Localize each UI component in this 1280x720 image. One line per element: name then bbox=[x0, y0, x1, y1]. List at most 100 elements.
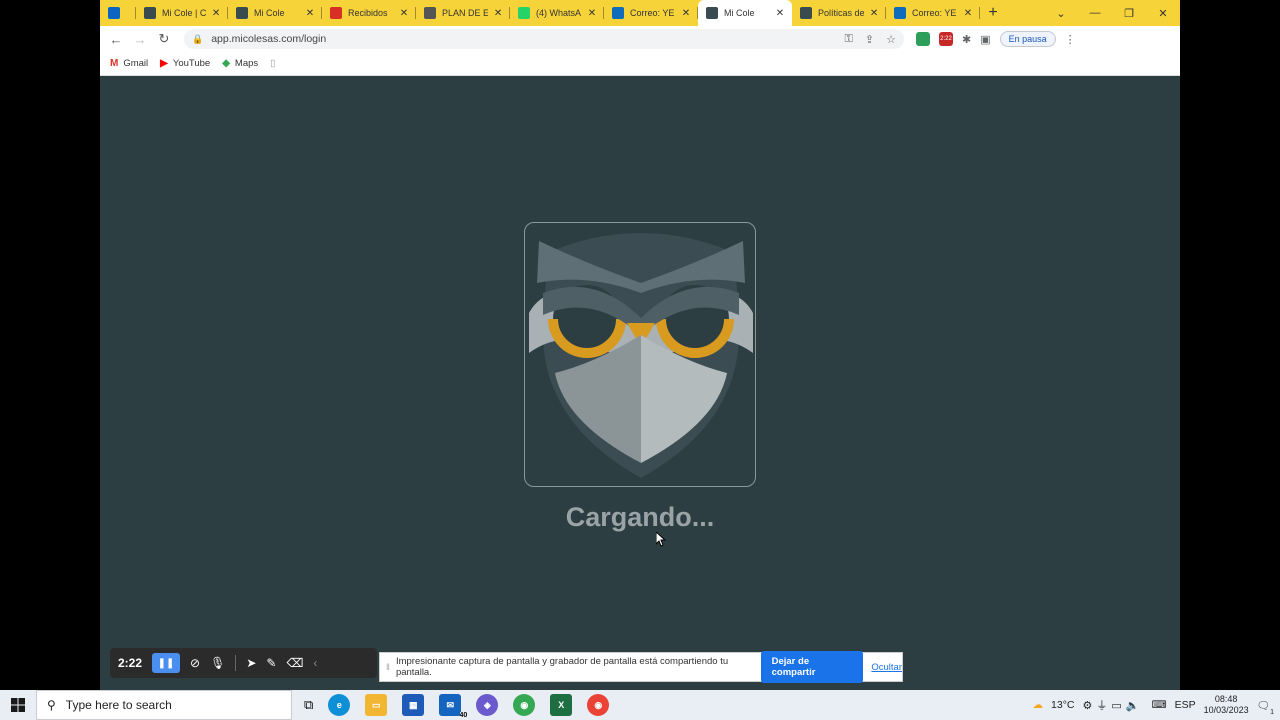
mail-icon[interactable]: ✉ 40 bbox=[439, 694, 468, 719]
reload-button[interactable]: ↻ bbox=[152, 31, 176, 47]
keyboard-icon[interactable]: ⌨ bbox=[1151, 699, 1166, 711]
loading-text: Cargando... bbox=[565, 502, 715, 532]
browser-toolbar: ← → ↻ 🔒 app.micolesas.com/login ⚿ ⇪ ☆ 2:… bbox=[100, 26, 1180, 52]
tab-close-icon[interactable]: ✕ bbox=[492, 8, 504, 19]
tab-label: Correo: YE bbox=[912, 8, 957, 18]
browser-tab[interactable]: Correo: YE ✕ bbox=[604, 0, 698, 26]
menu-kebab-icon[interactable]: ⋮ bbox=[1065, 33, 1076, 46]
gmail-icon: M bbox=[110, 58, 119, 69]
tab-close-icon[interactable]: ✕ bbox=[586, 8, 598, 19]
side-panel-icon[interactable]: ▣ bbox=[980, 33, 990, 46]
tab-close-icon[interactable]: ✕ bbox=[962, 8, 974, 19]
bookmark-label: Gmail bbox=[123, 58, 149, 69]
page-content: Cargando... bbox=[100, 77, 1180, 690]
new-tab-button[interactable]: + bbox=[980, 0, 1006, 26]
bookmark-gmail[interactable]: M Gmail bbox=[110, 58, 148, 69]
browser-tab[interactable]: Mi Cole | C ✕ bbox=[136, 0, 228, 26]
app-hexagon-icon[interactable]: ◈ bbox=[476, 694, 499, 716]
owl-logo-card bbox=[524, 222, 756, 487]
clock-date: 10/03/2023 bbox=[1203, 705, 1249, 715]
extension-green-icon[interactable] bbox=[916, 32, 930, 46]
browser-tab[interactable]: Mi Cole ✕ bbox=[228, 0, 322, 26]
file-explorer-icon[interactable]: ▭ bbox=[365, 694, 388, 716]
restore-button[interactable]: ❐ bbox=[1112, 7, 1146, 20]
taskbar-search-box[interactable]: ⚲ Type here to search bbox=[36, 690, 292, 720]
store-icon[interactable]: ▦ bbox=[402, 694, 425, 716]
browser-tab[interactable]: Mi Cole ✕ bbox=[698, 0, 792, 26]
owl-logo-icon bbox=[529, 233, 753, 478]
bookmark-label: YouTube bbox=[172, 58, 211, 69]
browser-tab[interactable]: Correo: YE ✕ bbox=[886, 0, 980, 26]
tab-search-icon[interactable]: ⌄ bbox=[1044, 7, 1078, 20]
window-controls: ⌄ — ❐ ✕ bbox=[1044, 0, 1180, 26]
address-bar[interactable]: 🔒 app.micolesas.com/login ⚿ ⇪ ☆ bbox=[184, 29, 904, 49]
hide-link[interactable]: Ocultar bbox=[871, 662, 902, 673]
bookmark-maps[interactable]: ◆ Maps bbox=[222, 58, 258, 69]
screen-recorder-extension-icon[interactable]: 2:22 bbox=[939, 32, 953, 46]
stop-sharing-button[interactable]: Dejar de compartir bbox=[760, 651, 864, 683]
browser-tab[interactable]: PLAN DE E ✕ bbox=[416, 0, 510, 26]
key-icon[interactable]: ⚿ bbox=[845, 33, 853, 46]
clear-drawing-icon[interactable]: ⌫ bbox=[286, 656, 303, 670]
recorder-control-bar: 2:22 ❚❚ ⊘ 🎙 ➤ ✎ ⌫ ‹ bbox=[110, 648, 377, 678]
tab-close-icon[interactable]: ✕ bbox=[304, 8, 316, 19]
pause-recording-button[interactable]: ❚❚ bbox=[152, 653, 181, 673]
bookmarks-bar: M Gmail ▶ YouTube ◆ Maps ▯ bbox=[100, 52, 1180, 76]
microphone-icon[interactable]: 🎙 bbox=[210, 656, 225, 670]
clock-time: 08:48 bbox=[1214, 694, 1238, 704]
chrome-active-icon[interactable]: ◉ bbox=[587, 694, 610, 716]
bookmark-star-icon[interactable]: ☆ bbox=[886, 33, 896, 46]
disable-camera-icon[interactable]: ⊘ bbox=[190, 656, 200, 670]
tab-close-icon[interactable]: ✕ bbox=[210, 8, 222, 19]
tab-label: Mi Cole bbox=[724, 8, 755, 18]
notifications-icon[interactable]: 🗨 1 bbox=[1257, 699, 1274, 716]
recording-timer: 2:22 bbox=[118, 656, 143, 670]
browser-window: Mi Cole | C ✕ Mi Cole ✕ Recibidos ✕ PLAN DE E ✕… bbox=[100, 0, 1180, 690]
temperature[interactable]: 13°C bbox=[1051, 699, 1074, 711]
browser-tab[interactable]: (4) WhatsA ✕ bbox=[510, 0, 604, 26]
windows-taskbar: ⚲ Type here to search ⧉ e ▭ ▦ ✉ 40 ◈ ◉ X … bbox=[0, 690, 1280, 720]
tab-close-icon[interactable]: ✕ bbox=[868, 8, 880, 19]
browser-tab[interactable]: Políticas de ✕ bbox=[792, 0, 886, 26]
divider bbox=[235, 655, 237, 671]
browser-tab[interactable] bbox=[100, 0, 136, 26]
pointer-tool-icon[interactable]: ➤ bbox=[246, 656, 256, 670]
excel-icon[interactable]: X bbox=[550, 694, 573, 716]
clock[interactable]: 08:48 10/03/2023 bbox=[1204, 694, 1249, 716]
tab-close-icon[interactable]: ✕ bbox=[398, 8, 410, 19]
back-button[interactable]: ← bbox=[104, 32, 128, 47]
tab-close-icon[interactable]: ✕ bbox=[774, 8, 786, 19]
bookmark-youtube[interactable]: ▶ YouTube bbox=[160, 58, 210, 69]
tab-strip: Mi Cole | C ✕ Mi Cole ✕ Recibidos ✕ PLAN DE E ✕… bbox=[100, 0, 1180, 26]
edge-icon[interactable]: e bbox=[328, 694, 351, 716]
minimize-button[interactable]: — bbox=[1078, 7, 1112, 19]
tab-label: PLAN DE E bbox=[442, 8, 489, 18]
screen-share-notification: ‖ Impresionante captura de pantalla y gr… bbox=[379, 651, 903, 683]
share-icon[interactable]: ⇪ bbox=[865, 33, 874, 46]
tab-label: Correo: YE bbox=[630, 8, 675, 18]
forward-button[interactable]: → bbox=[128, 32, 152, 47]
weather-icon[interactable]: ☁ bbox=[1033, 699, 1044, 711]
browser-tab[interactable]: Recibidos ✕ bbox=[322, 0, 416, 26]
system-tray-icons[interactable]: ⚙⏚▭🔈 bbox=[1082, 697, 1143, 713]
owl-icon bbox=[236, 7, 248, 19]
collapse-arrow-icon[interactable]: ‹ bbox=[313, 656, 317, 670]
tab-label: Políticas de bbox=[818, 8, 865, 18]
linkedin-icon bbox=[108, 7, 120, 19]
extensions-puzzle-icon[interactable]: ✱ bbox=[962, 33, 971, 46]
chrome-icon[interactable]: ◉ bbox=[513, 694, 536, 716]
start-button[interactable] bbox=[0, 690, 36, 720]
windows-logo-icon bbox=[11, 698, 25, 712]
outlook-icon bbox=[894, 7, 906, 19]
task-view-icon[interactable]: ⧉ bbox=[304, 697, 313, 713]
drag-handle-icon[interactable]: ‖ bbox=[386, 662, 390, 673]
tab-close-icon[interactable]: ✕ bbox=[680, 8, 692, 19]
pen-tool-icon[interactable]: ✎ bbox=[266, 656, 276, 670]
profile-paused-button[interactable]: En pausa bbox=[999, 31, 1056, 47]
bookmark-folder-icon[interactable]: ▯ bbox=[270, 58, 275, 69]
whatsapp-icon bbox=[518, 7, 530, 19]
close-window-button[interactable]: ✕ bbox=[1146, 7, 1180, 20]
mouse-cursor-icon bbox=[656, 532, 666, 547]
youtube-icon: ▶ bbox=[160, 58, 168, 69]
language-indicator[interactable]: ESP bbox=[1175, 699, 1196, 711]
